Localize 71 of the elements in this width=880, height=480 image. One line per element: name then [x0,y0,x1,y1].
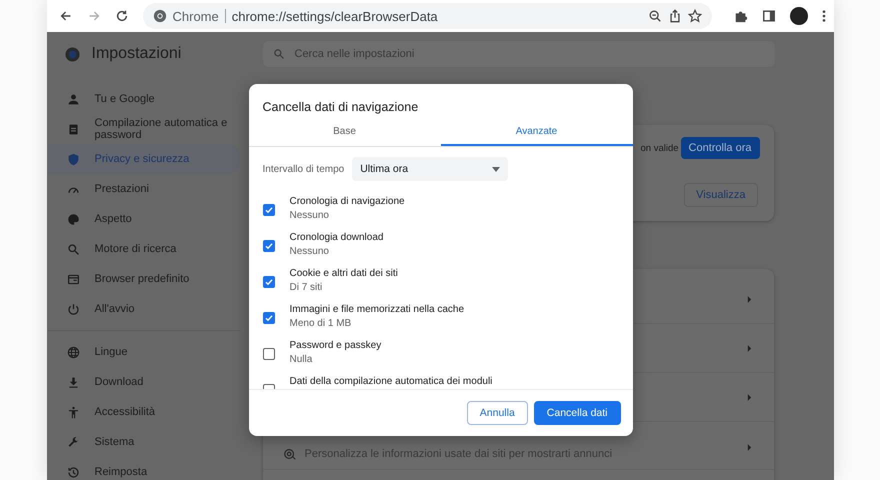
dropdown-arrow-icon [492,166,500,172]
sidebar-item-icon [66,212,80,226]
sidebar-item[interactable]: All'avvio [46,294,240,324]
option-detail: Nessuno [290,210,330,221]
checkbox[interactable] [262,312,274,324]
tab[interactable]: Base [248,118,440,146]
sidebar-item-icon [66,466,80,478]
option-title: Cronologia download [290,232,384,243]
share-icon[interactable] [668,9,682,23]
option-detail: Nessuno [290,246,330,257]
back-icon[interactable] [58,9,72,23]
site-label: Chrome [172,8,219,24]
checkbox[interactable] [262,276,274,288]
sidebar-item[interactable]: Browser predefinito [46,264,240,294]
option-title: Cronologia di navigazione [290,196,405,207]
chevron-icon[interactable] [746,344,752,352]
address-bar[interactable]: Chrome chrome://settings/clearBrowserData [142,3,712,29]
sidebar-item-icon [66,152,80,166]
zoom-out-icon[interactable] [648,9,662,23]
option-title: Cookie e altri dati dei siti [290,268,398,279]
sidebar-item-icon [66,92,80,106]
checkbox[interactable] [262,348,274,360]
sidebar-item-icon [66,242,80,256]
avatar-icon[interactable] [790,7,808,25]
star-icon[interactable] [688,9,702,23]
page-title: Impostazioni [92,45,182,63]
sidebar-item[interactable]: Accessibilità [46,397,240,427]
sidebar-item-icon [66,376,80,388]
chevron-icon[interactable] [746,444,752,451]
option-title: Password e passkey [290,340,382,351]
side-panel-icon[interactable] [762,9,776,23]
option-detail: Nulla [290,354,314,365]
check-now-button[interactable]: Controlla ora [680,137,760,159]
menu-icon[interactable] [822,9,826,23]
clear-data-button[interactable]: Cancella dati [534,401,620,425]
sidebar-item-icon [66,122,80,136]
sidebar-item[interactable]: Motore di ricerca [46,234,240,264]
puzzle-icon[interactable] [734,9,748,23]
view-button[interactable]: Visualizza [684,183,758,207]
sidebar-item[interactable]: Download [46,367,240,397]
sidebar-item[interactable]: Prestazioni [46,174,240,204]
sidebar-item[interactable]: Tu e Google [46,84,240,114]
url-text: chrome://settings/clearBrowserData [232,8,439,24]
time-range-dropdown[interactable]: Ultima ora [352,157,508,181]
sidebar-item-icon [66,406,80,418]
dialog-title: Cancella dati di navigazione [262,99,420,116]
option-detail: Meno di 1 MB [290,318,352,329]
checkbox[interactable] [262,240,274,252]
sidebar-item[interactable]: Sistema [46,427,240,457]
sidebar-item[interactable]: Aspetto [46,204,240,234]
sidebar-item[interactable]: Privacy e sicurezza [46,144,240,174]
reload-icon[interactable] [114,9,128,23]
time-range-label: Intervallo di tempo [262,164,344,174]
search-icon [272,48,284,60]
chevron-icon[interactable] [746,296,752,302]
option-detail: Di 7 siti [290,282,324,293]
sidebar-item-icon [66,302,80,316]
sidebar-item-icon [66,272,80,286]
sidebar-item-icon [66,436,80,448]
option-title: Immagini e file memorizzati nella cache [290,304,464,315]
settings-logo-icon [64,46,80,62]
checkbox[interactable] [262,204,274,216]
sidebar-item-icon [66,346,80,358]
chevron-icon[interactable] [746,394,752,400]
tab[interactable]: Avanzate [440,118,632,146]
sidebar-item[interactable]: Reimposta [46,457,240,480]
cancel-button[interactable]: Annulla [466,401,528,425]
option-title: Dati della compilazione automatica dei moduli [290,376,492,387]
status-text: on valide [640,142,679,154]
sidebar-item[interactable]: Compilazione automatica e password [46,114,240,144]
sidebar-item[interactable]: Lingue [46,337,240,367]
